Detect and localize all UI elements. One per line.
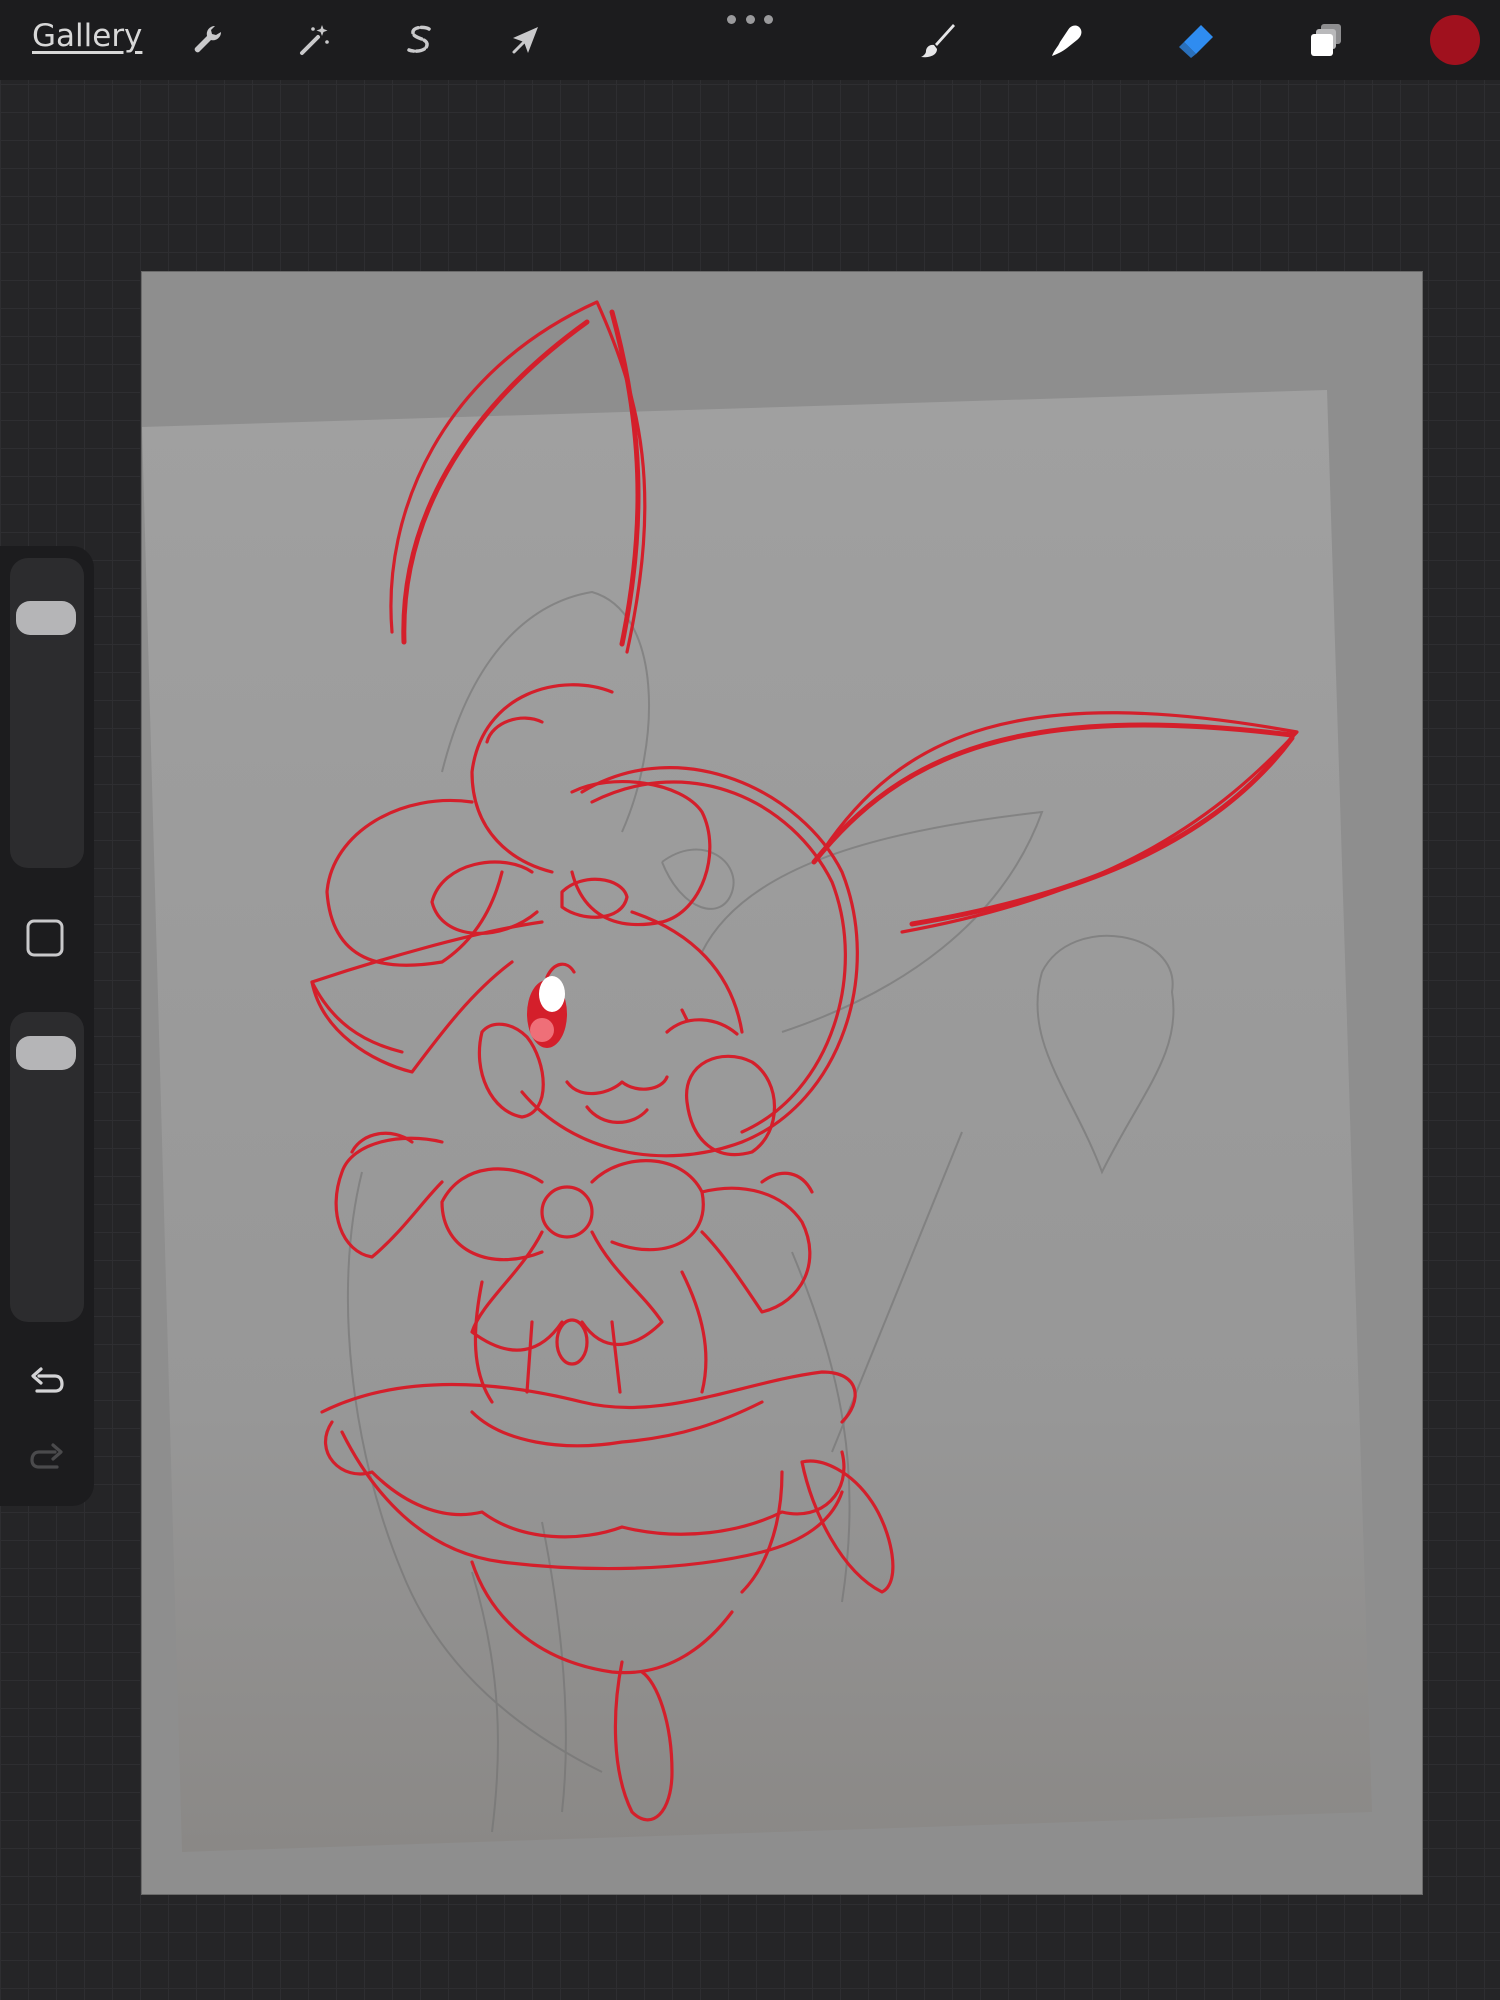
transform-button[interactable]: [498, 12, 554, 68]
selection-s-icon: [407, 25, 431, 53]
magic-wand-icon: [300, 25, 329, 55]
layers-button[interactable]: [1298, 12, 1354, 68]
brush-button[interactable]: [910, 12, 966, 68]
brush-opacity-slider[interactable]: [10, 1012, 84, 1322]
undo-button[interactable]: [25, 1358, 69, 1402]
brush-icon: [921, 24, 955, 58]
modify-button[interactable]: [25, 918, 65, 958]
left-sidebar: [0, 546, 94, 1506]
dot-icon: [764, 14, 773, 24]
drawing-canvas[interactable]: [141, 271, 1423, 1895]
brush-opacity-thumb[interactable]: [16, 1036, 76, 1071]
brush-size-slider[interactable]: [10, 558, 84, 868]
eraser-icon: [1179, 25, 1213, 58]
wrench-icon: [194, 25, 222, 53]
top-toolbar: Gallery: [0, 0, 1500, 80]
layers-icon: [1311, 24, 1341, 56]
adjustments-button[interactable]: [286, 12, 342, 68]
sketch-artwork: [142, 300, 1372, 1852]
procreate-app: Gallery: [0, 0, 1500, 2000]
eraser-button[interactable]: [1168, 12, 1224, 68]
dot-icon: [727, 14, 736, 24]
smudge-button[interactable]: [1038, 12, 1094, 68]
dot-icon: [745, 14, 755, 24]
undo-icon: [31, 1367, 64, 1393]
arrow-cursor-icon: [512, 27, 538, 54]
actions-button[interactable]: [180, 12, 236, 68]
more-options-handle[interactable]: [727, 10, 773, 28]
gallery-button[interactable]: Gallery: [32, 18, 142, 54]
brush-size-thumb[interactable]: [16, 600, 76, 635]
paper-photo: [142, 390, 1372, 1852]
color-picker-button[interactable]: [1430, 15, 1480, 65]
square-icon: [26, 919, 64, 957]
redo-icon: [30, 1443, 63, 1469]
redo-button[interactable]: [25, 1434, 69, 1478]
smudge-finger-icon: [1052, 25, 1082, 56]
selection-button[interactable]: [392, 12, 448, 68]
